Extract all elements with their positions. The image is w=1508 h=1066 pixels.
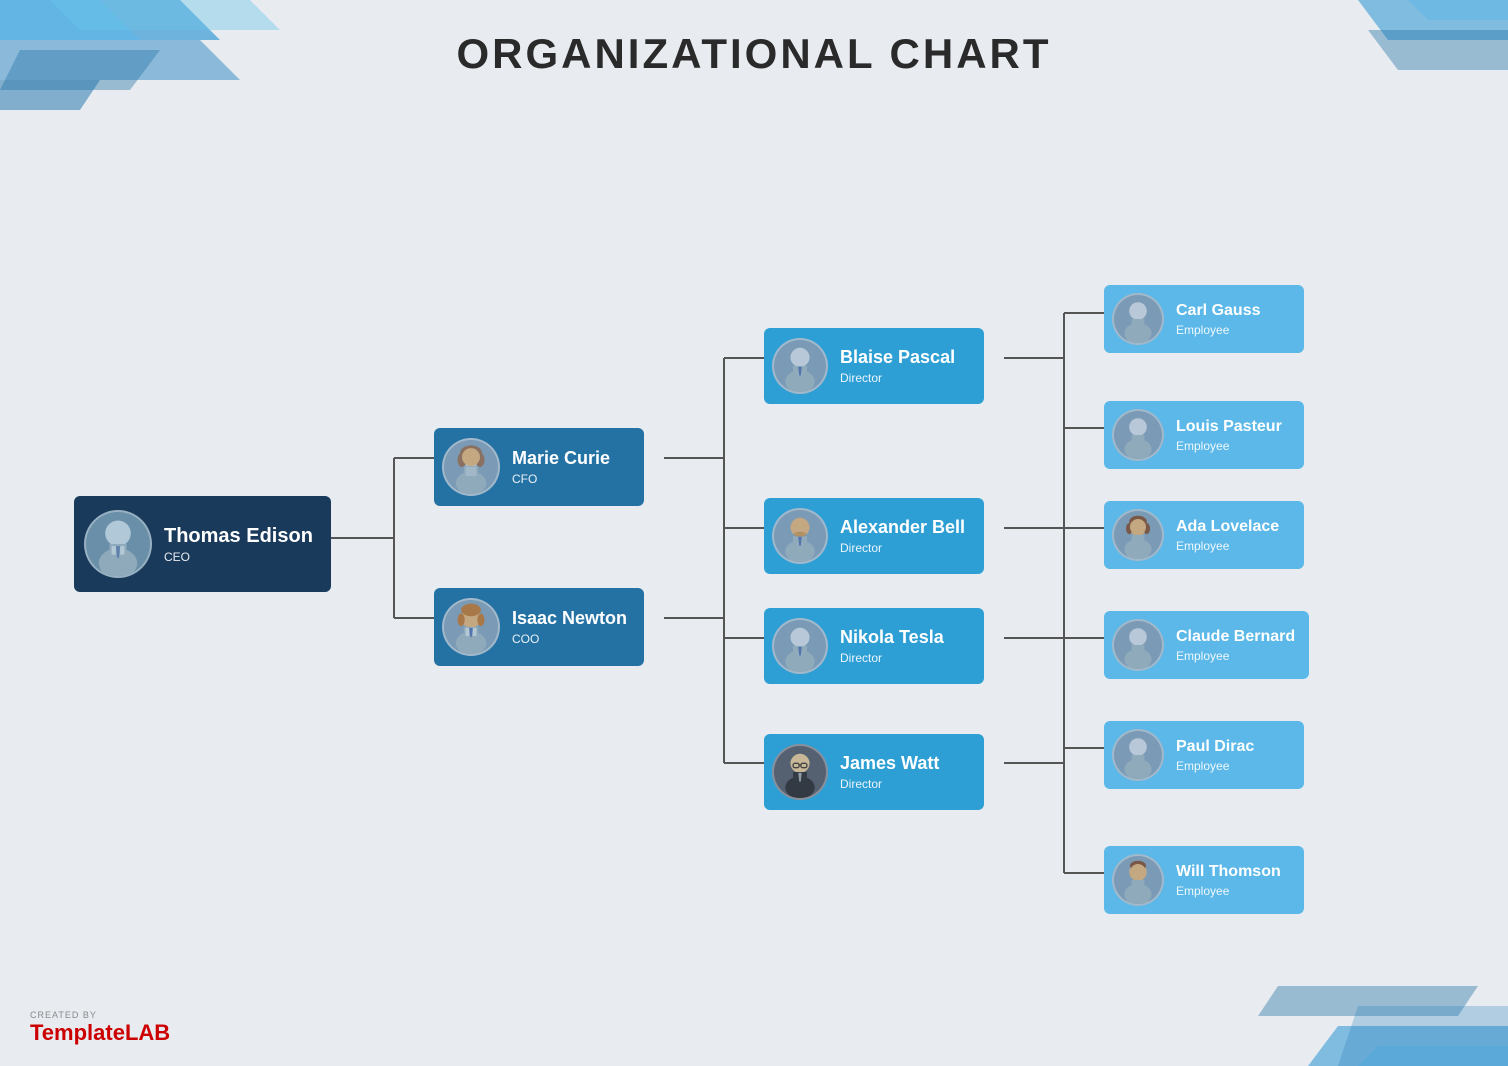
marie-curie-name: Marie Curie — [512, 448, 610, 470]
watermark: CREATED BY TemplateLAB — [30, 1010, 170, 1046]
alexander-bell-name: Alexander Bell — [840, 517, 965, 539]
nikola-tesla-node: Nikola Tesla Director — [764, 608, 984, 684]
alexander-bell-role: Director — [840, 541, 965, 555]
ceo-node: Thomas Edison CEO — [74, 496, 331, 592]
page-title: ORGANIZATIONAL CHART — [0, 0, 1508, 78]
will-thomson-name: Will Thomson — [1176, 862, 1281, 881]
marie-curie-node: Marie Curie CFO — [434, 428, 644, 506]
will-thomson-node: Will Thomson Employee — [1104, 846, 1304, 914]
watermark-brand-bold: LAB — [125, 1020, 170, 1045]
blaise-pascal-role: Director — [840, 371, 955, 385]
marie-curie-role: CFO — [512, 472, 610, 486]
carl-gauss-node: Carl Gauss Employee — [1104, 285, 1304, 353]
james-watt-role: Director — [840, 777, 939, 791]
louis-pasteur-role: Employee — [1176, 439, 1282, 453]
ada-lovelace-name: Ada Lovelace — [1176, 517, 1279, 536]
ada-lovelace-role: Employee — [1176, 539, 1279, 553]
watermark-brand: TemplateLAB — [30, 1020, 170, 1046]
alexander-bell-node: Alexander Bell Director — [764, 498, 984, 574]
isaac-newton-role: COO — [512, 632, 627, 646]
isaac-newton-name: Isaac Newton — [512, 608, 627, 630]
claude-bernard-node: Claude Bernard Employee — [1104, 611, 1309, 679]
claude-bernard-role: Employee — [1176, 649, 1295, 663]
james-watt-name: James Watt — [840, 753, 939, 775]
isaac-newton-node: Isaac Newton COO — [434, 588, 644, 666]
ceo-name: Thomas Edison — [164, 524, 313, 548]
paul-dirac-node: Paul Dirac Employee — [1104, 721, 1304, 789]
nikola-tesla-name: Nikola Tesla — [840, 627, 944, 649]
carl-gauss-name: Carl Gauss — [1176, 301, 1260, 320]
will-thomson-role: Employee — [1176, 884, 1281, 898]
louis-pasteur-name: Louis Pasteur — [1176, 417, 1282, 436]
james-watt-node: James Watt Director — [764, 734, 984, 810]
watermark-created-by: CREATED BY — [30, 1010, 97, 1020]
paul-dirac-name: Paul Dirac — [1176, 737, 1254, 756]
watermark-brand-normal: Template — [30, 1020, 125, 1045]
nikola-tesla-role: Director — [840, 651, 944, 665]
ceo-role: CEO — [164, 550, 313, 564]
ada-lovelace-node: Ada Lovelace Employee — [1104, 501, 1304, 569]
paul-dirac-role: Employee — [1176, 759, 1254, 773]
blaise-pascal-node: Blaise Pascal Director — [764, 328, 984, 404]
louis-pasteur-node: Louis Pasteur Employee — [1104, 401, 1304, 469]
claude-bernard-name: Claude Bernard — [1176, 627, 1295, 646]
blaise-pascal-name: Blaise Pascal — [840, 347, 955, 369]
carl-gauss-role: Employee — [1176, 323, 1260, 337]
main-layout: Thomas Edison CEO — [0, 100, 1508, 996]
